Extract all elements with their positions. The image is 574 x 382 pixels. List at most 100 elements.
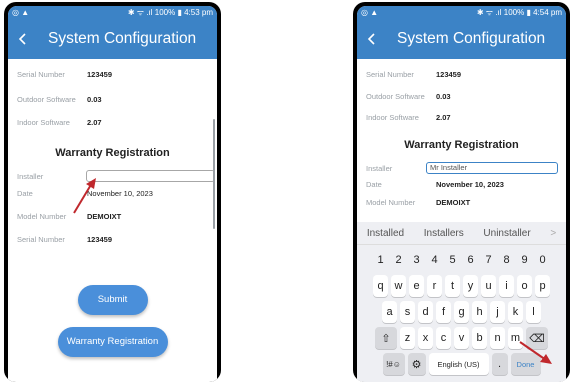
number-row: 1234567890 [357, 249, 566, 271]
info-row: Serial Number 123459 [366, 70, 461, 79]
section-title: Warranty Registration [55, 147, 170, 159]
key-a[interactable]: a [382, 301, 397, 323]
info-value: 0.03 [87, 95, 102, 104]
model-label: Model Number [366, 198, 416, 207]
key-o[interactable]: o [517, 275, 532, 297]
suggestion-item[interactable]: Uninstaller [483, 228, 530, 239]
content-area[interactable]: Serial Number 123459 Outdoor Software 0.… [8, 59, 217, 382]
left-phone: ◎ ▲ ✱ ᯤ .ıl 100% ▮ 4:53 pm System Config… [4, 2, 221, 382]
key-u[interactable]: u [481, 275, 496, 297]
left-screen: ◎ ▲ ✱ ᯤ .ıl 100% ▮ 4:53 pm System Config… [8, 6, 217, 382]
key-4[interactable]: 4 [427, 249, 442, 271]
info-value: 123459 [436, 70, 462, 79]
suggestion-item[interactable]: Installers [424, 228, 464, 239]
settings-icon[interactable]: ⚙ [407, 353, 426, 375]
key-1[interactable]: 1 [373, 249, 388, 271]
key-b[interactable]: b [472, 327, 487, 349]
back-button[interactable] [357, 19, 387, 59]
key-row-2: asdfghjkl [357, 301, 566, 323]
key-t[interactable]: t [445, 275, 460, 297]
submit-button[interactable]: Submit [77, 285, 148, 315]
space-key[interactable]: English (US) [428, 353, 489, 375]
key-y[interactable]: y [463, 275, 478, 297]
info-row: Outdoor Software 0.03 [366, 92, 451, 101]
key-5[interactable]: 5 [445, 249, 460, 271]
key-n[interactable]: n [490, 327, 505, 349]
app-bar: System Configuration [357, 19, 566, 59]
warranty-registration-button[interactable]: Warranty Registration [57, 327, 168, 357]
model-value: DEMOIXT [436, 198, 471, 207]
right-phone: ◎ ▲ ✱ ᯤ .ıl 100% ▮ 4:54 pm System Config… [353, 2, 570, 382]
key-w[interactable]: w [391, 275, 406, 297]
key-p[interactable]: p [535, 275, 550, 297]
key-h[interactable]: h [472, 301, 487, 323]
key-6[interactable]: 6 [463, 249, 478, 271]
key-j[interactable]: j [490, 301, 505, 323]
serial-label: Serial Number [17, 235, 65, 244]
key-0[interactable]: 0 [535, 249, 550, 271]
info-label: Indoor Software [366, 113, 419, 122]
key-8[interactable]: 8 [499, 249, 514, 271]
key-d[interactable]: d [418, 301, 433, 323]
key-2[interactable]: 2 [391, 249, 406, 271]
installer-input[interactable]: Mr Installer [426, 162, 558, 174]
info-label: Serial Number [17, 70, 65, 79]
key-3[interactable]: 3 [409, 249, 424, 271]
status-bar: ◎ ▲ ✱ ᯤ .ıl 100% ▮ 4:53 pm [8, 6, 217, 19]
key-v[interactable]: v [454, 327, 469, 349]
chevron-right-icon[interactable]: > [550, 228, 556, 239]
key-f[interactable]: f [436, 301, 451, 323]
info-label: Indoor Software [17, 118, 70, 127]
key-9[interactable]: 9 [517, 249, 532, 271]
key-7[interactable]: 7 [481, 249, 496, 271]
key-x[interactable]: x [418, 327, 433, 349]
installer-input[interactable] [86, 170, 215, 182]
status-left-icons: ◎ ▲ [12, 8, 30, 17]
serial-row: Serial Number 123459 [17, 235, 112, 244]
right-screen: ◎ ▲ ✱ ᯤ .ıl 100% ▮ 4:54 pm System Config… [357, 6, 566, 382]
date-row: Date November 10, 2023 [366, 180, 504, 189]
page-title: System Configuration [48, 30, 197, 47]
status-right: ✱ ᯤ .ıl 100% ▮ 4:54 pm [476, 8, 562, 17]
period-key[interactable]: . [491, 353, 508, 375]
key-row-1: qwertyuiop [357, 275, 566, 297]
info-value: 123459 [87, 70, 113, 79]
key-r[interactable]: r [427, 275, 442, 297]
key-l[interactable]: l [526, 301, 541, 323]
back-arrow-icon [367, 33, 375, 45]
key-i[interactable]: i [499, 275, 514, 297]
status-right: ✱ ᯤ .ıl 100% ▮ 4:53 pm [127, 8, 213, 17]
info-label: Serial Number [366, 70, 414, 79]
app-bar: System Configuration [8, 19, 217, 59]
info-value: 2.07 [436, 113, 451, 122]
shift-key[interactable]: ⇧ [375, 327, 397, 349]
model-row: Model Number DEMOIXT [366, 198, 470, 207]
status-bar: ◎ ▲ ✱ ᯤ .ıl 100% ▮ 4:54 pm [357, 6, 566, 19]
key-s[interactable]: s [400, 301, 415, 323]
key-z[interactable]: z [400, 327, 415, 349]
symbols-key[interactable]: !#☺ [382, 353, 405, 375]
key-e[interactable]: e [409, 275, 424, 297]
annotation-arrow-icon [73, 178, 96, 214]
suggestion-bar: Installed Installers Uninstaller > [357, 222, 566, 245]
info-label: Outdoor Software [17, 95, 76, 104]
suggestion-item[interactable]: Installed [367, 228, 404, 239]
info-label: Outdoor Software [366, 92, 425, 101]
info-value: 0.03 [436, 92, 451, 101]
serial-value: 123459 [87, 235, 113, 244]
scrollbar[interactable] [213, 119, 215, 229]
letter-keys: zxcvbnm [400, 327, 523, 349]
back-button[interactable] [8, 19, 38, 59]
info-row: Indoor Software 2.07 [17, 118, 102, 127]
date-value: November 10, 2023 [436, 180, 504, 189]
info-row: Serial Number 123459 [17, 70, 112, 79]
page-title: System Configuration [397, 30, 546, 47]
status-left-icons: ◎ ▲ [361, 8, 379, 17]
key-c[interactable]: c [436, 327, 451, 349]
back-arrow-icon [18, 33, 26, 45]
info-row: Indoor Software 2.07 [366, 113, 451, 122]
key-k[interactable]: k [508, 301, 523, 323]
key-q[interactable]: q [373, 275, 388, 297]
date-label: Date [366, 180, 382, 189]
key-g[interactable]: g [454, 301, 469, 323]
